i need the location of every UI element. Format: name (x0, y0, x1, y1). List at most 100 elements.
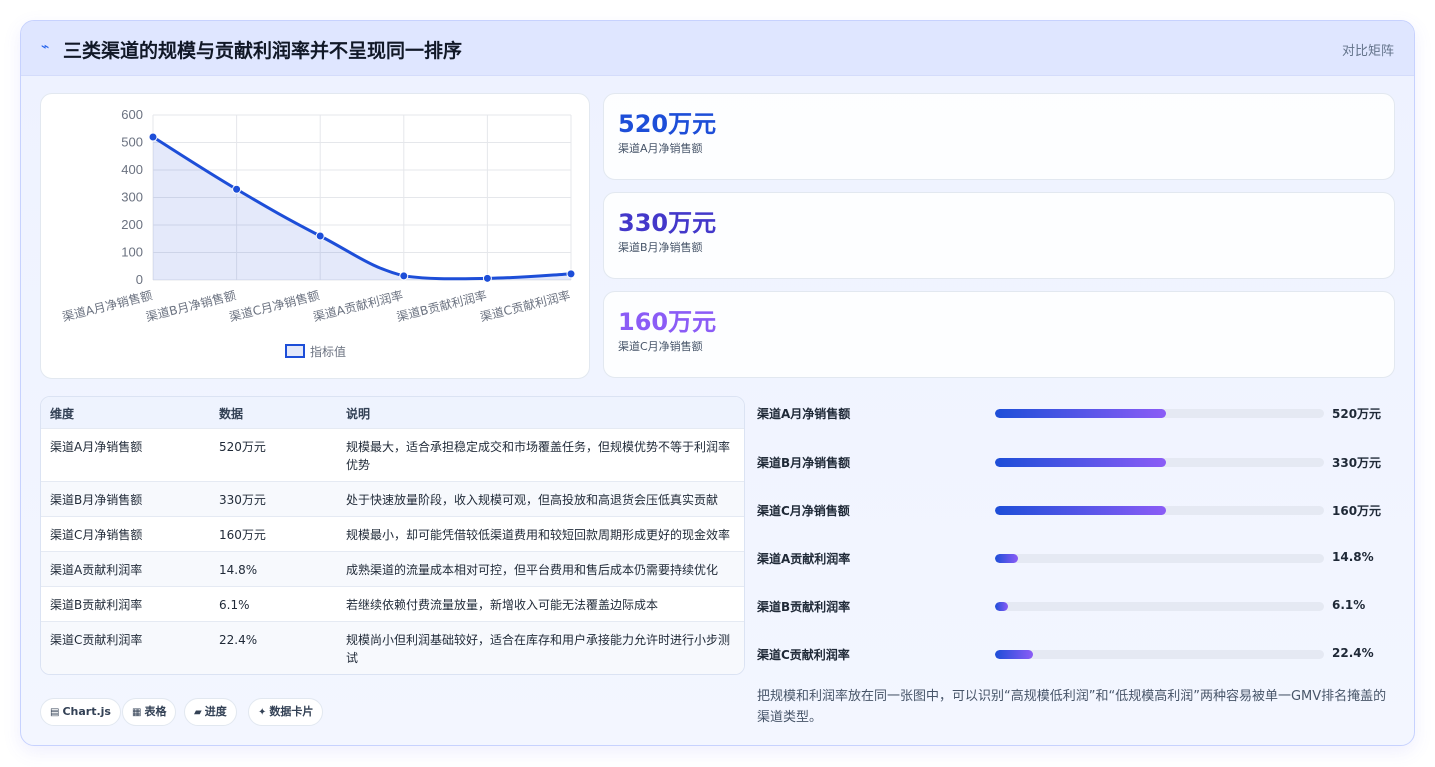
column-header: 说明 (346, 407, 371, 421)
progress-label: 渠道A月净销售额 (757, 407, 851, 421)
tag-table[interactable]: ▦ 表格 (122, 698, 177, 726)
data-table: 维度 数据 说明 渠道A月净销售额 520万元 规模最大，适合承担稳定成交和市场… (40, 396, 745, 675)
progress-value: 520万元 (1332, 407, 1382, 421)
cell-value: 14.8% (219, 563, 258, 577)
progress-label: 渠道B月净销售额 (757, 456, 851, 470)
x-tick-label: 渠道B月净销售额 (144, 287, 237, 324)
progress-icon: ▰ (194, 707, 202, 718)
kpi-card-c: 160万元 渠道C月净销售额 (603, 291, 1395, 378)
progress-value: 330万元 (1332, 456, 1382, 470)
progress-label: 渠道C月净销售额 (757, 504, 850, 518)
progress-fill (995, 506, 1167, 515)
y-tick-label: 500 (121, 135, 143, 150)
tag-progress[interactable]: ▰ 进度 (184, 698, 237, 726)
progress-track (995, 650, 1324, 659)
cell-dimension: 渠道B贡献利润率 (50, 598, 143, 612)
cell-description: 成熟渠道的流量成本相对可控，但平台费用和售后成本仍需要持续优化 (346, 563, 719, 577)
y-tick-label: 600 (121, 107, 143, 122)
x-tick-label: 渠道A贡献利润率 (311, 287, 404, 324)
cell-description: 规模最小，却可能凭借较低渠道费用和较短回款周期形成更好的现金效率 (346, 528, 731, 542)
progress-row: 渠道A月净销售额 520万元 (757, 404, 1387, 424)
progress-track (995, 554, 1324, 563)
insight-note: 把规模和利润率放在同一张图中，可以识别“高规模低利润”和“低规模高利润”两种容易… (757, 689, 1387, 725)
lightning-icon: ⌁ (41, 39, 50, 55)
x-tick-label: 渠道B贡献利润率 (395, 287, 488, 324)
cell-value: 520万元 (219, 440, 266, 454)
tag-chartjs[interactable]: ▤ Chart.js (40, 698, 121, 726)
line-chart: 0 100 200 300 400 500 600 渠道A月净销售额渠道B月净销售额渠道C月净… (61, 107, 576, 359)
dashboard-panel: ⌁ 三类渠道的规模与贡献利润率并不呈现同一排序 对比矩阵 0 100 200 300 4… (20, 20, 1415, 746)
kpi-card-b: 330万元 渠道B月净销售额 (603, 192, 1395, 279)
kpi-value: 520万元 (618, 110, 717, 138)
sparkle-icon: ✦ (258, 707, 267, 718)
progress-fill (995, 409, 1167, 418)
progress-fill (995, 650, 1033, 659)
cell-dimension: 渠道A贡献利润率 (50, 563, 143, 577)
table-icon: ▦ (132, 707, 142, 718)
data-point (232, 184, 242, 194)
table-row: 渠道B贡献利润率 6.1% 若继续依赖付费流量放量，新增收入可能无法覆盖边际成本 (41, 587, 744, 622)
data-point (482, 273, 492, 283)
progress-label: 渠道A贡献利润率 (757, 552, 851, 566)
table-row: 渠道A贡献利润率 14.8% 成熟渠道的流量成本相对可控，但平台费用和售后成本仍… (41, 552, 744, 587)
tag-data-card[interactable]: ✦ 数据卡片 (248, 698, 324, 726)
tag-label: 进度 (204, 705, 227, 718)
column-header: 数据 (219, 407, 244, 421)
x-tick-label: 渠道A月净销售额 (61, 287, 154, 324)
chart-icon: ▤ (50, 707, 60, 718)
progress-value: 14.8% (1332, 550, 1374, 564)
progress-track (995, 409, 1324, 418)
progress-row: 渠道C月净销售额 160万元 (757, 501, 1387, 521)
data-point (315, 231, 325, 241)
kpi-value: 330万元 (618, 209, 717, 237)
progress-track (995, 458, 1324, 467)
cell-dimension: 渠道C月净销售额 (50, 528, 143, 542)
kpi-label: 渠道B月净销售额 (618, 241, 703, 254)
progress-fill (995, 458, 1167, 467)
cell-description: 若继续依赖付费流量放量，新增收入可能无法覆盖边际成本 (346, 598, 659, 612)
table-row: 渠道B月净销售额 330万元 处于快速放量阶段，收入规模可观，但高投放和高退货会… (41, 482, 744, 517)
kpi-card-a: 520万元 渠道A月净销售额 (603, 93, 1395, 180)
tag-label: 表格 (144, 705, 167, 718)
y-tick-label: 300 (121, 190, 143, 205)
progress-row: 渠道C贡献利润率 22.4% (757, 645, 1387, 665)
progress-row: 渠道B贡献利润率 6.1% (757, 597, 1387, 617)
cell-dimension: 渠道A月净销售额 (50, 440, 143, 454)
data-point (148, 132, 158, 142)
cell-description: 规模尚小但利润基础较好，适合在库存和用户承接能力允许时进行小步测试 (346, 633, 731, 665)
panel-header: ⌁ 三类渠道的规模与贡献利润率并不呈现同一排序 对比矩阵 (21, 21, 1414, 76)
legend-label: 指标值 (310, 344, 346, 359)
view-mode-label: 对比矩阵 (1341, 44, 1394, 59)
progress-track (995, 506, 1324, 515)
cell-dimension: 渠道B月净销售额 (50, 493, 143, 507)
progress-value: 6.1% (1332, 598, 1366, 612)
progress-label: 渠道B贡献利润率 (757, 600, 851, 614)
progress-track (995, 602, 1324, 611)
progress-label: 渠道C贡献利润率 (757, 648, 850, 662)
kpi-label: 渠道C月净销售额 (618, 340, 703, 353)
progress-row: 渠道A贡献利润率 14.8% (757, 549, 1387, 569)
cell-value: 330万元 (219, 493, 266, 507)
cell-value: 160万元 (219, 528, 266, 542)
data-point (566, 269, 576, 279)
legend-swatch (285, 344, 305, 358)
kpi-value: 160万元 (618, 308, 717, 336)
panel-title: 三类渠道的规模与贡献利润率并不呈现同一排序 (63, 40, 463, 62)
y-tick-label: 200 (121, 217, 143, 232)
x-tick-label: 渠道C贡献利润率 (478, 287, 571, 324)
cell-value: 22.4% (219, 633, 258, 647)
table-row: 渠道A月净销售额 520万元 规模最大，适合承担稳定成交和市场覆盖任务，但规模优… (41, 429, 744, 482)
cell-description: 规模最大，适合承担稳定成交和市场覆盖任务，但规模优势不等于利润率优势 (346, 440, 731, 472)
y-tick-label: 400 (121, 162, 143, 177)
tag-label: Chart.js (62, 705, 111, 718)
table-header-row: 维度 数据 说明 (41, 397, 744, 429)
x-tick-label: 渠道C月净销售额 (228, 287, 321, 324)
table-row: 渠道C月净销售额 160万元 规模最小，却可能凭借较低渠道费用和较短回款周期形成… (41, 517, 744, 552)
data-point (399, 271, 409, 281)
progress-fill (995, 602, 1009, 611)
y-tick-label: 0 (136, 272, 143, 287)
progress-fill (995, 554, 1019, 563)
tag-label: 数据卡片 (269, 705, 314, 718)
cell-description: 处于快速放量阶段，收入规模可观，但高投放和高退货会压低真实贡献 (346, 493, 719, 507)
kpi-label: 渠道A月净销售额 (618, 142, 703, 155)
